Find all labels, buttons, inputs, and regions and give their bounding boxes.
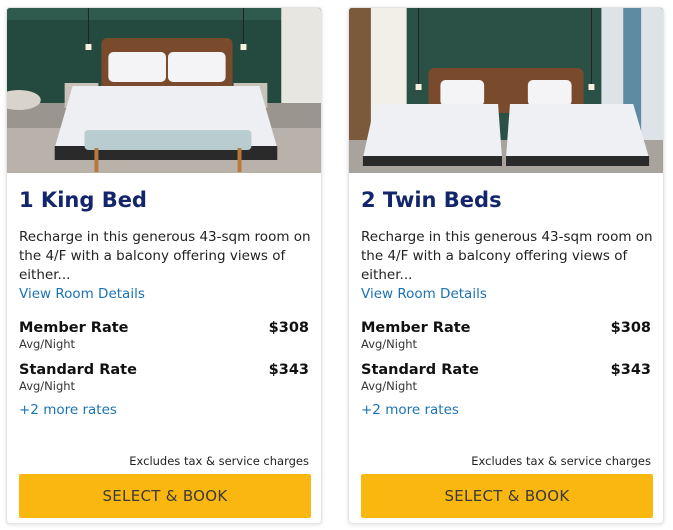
room-title: 2 Twin Beds bbox=[361, 188, 502, 212]
room-description: Recharge in this generous 43-sqm room on… bbox=[19, 229, 311, 283]
more-rates-link[interactable]: +2 more rates bbox=[361, 401, 651, 419]
member-rate: Member Rate $308 Avg/Night bbox=[19, 320, 309, 351]
select-and-book-button[interactable]: SELECT & BOOK bbox=[361, 474, 653, 518]
room-photo-king[interactable] bbox=[7, 8, 321, 173]
room-card-body: 2 Twin Beds Recharge in this generous 43… bbox=[349, 185, 663, 523]
rate-name: Member Rate bbox=[361, 320, 471, 336]
room-description: Recharge in this generous 43-sqm room on… bbox=[361, 229, 653, 283]
rate-unit: Avg/Night bbox=[19, 379, 76, 393]
room-card-king: 1 King Bed Recharge in this generous 43-… bbox=[6, 7, 322, 524]
tax-disclaimer: Excludes tax & service charges bbox=[129, 454, 309, 468]
rate-name: Standard Rate bbox=[19, 362, 137, 378]
rate-unit: Avg/Night bbox=[361, 379, 418, 393]
room-card-body: 1 King Bed Recharge in this generous 43-… bbox=[7, 185, 321, 523]
room-title: 1 King Bed bbox=[19, 188, 147, 212]
tax-disclaimer: Excludes tax & service charges bbox=[471, 454, 651, 468]
rate-name: Standard Rate bbox=[361, 362, 479, 378]
member-rate: Member Rate $308 Avg/Night bbox=[361, 320, 651, 351]
rate-name: Member Rate bbox=[19, 320, 129, 336]
twin-beds-photo bbox=[349, 8, 663, 173]
rate-unit: Avg/Night bbox=[19, 337, 76, 351]
more-rates-link[interactable]: +2 more rates bbox=[19, 401, 309, 419]
view-room-details-link[interactable]: View Room Details bbox=[19, 285, 309, 303]
rate-price: $308 bbox=[268, 320, 309, 336]
rate-price: $308 bbox=[610, 320, 651, 336]
standard-rate: Standard Rate $343 Avg/Night bbox=[361, 362, 651, 393]
king-bed-photo bbox=[7, 8, 321, 173]
room-card-twin: 2 Twin Beds Recharge in this generous 43… bbox=[348, 7, 664, 524]
standard-rate: Standard Rate $343 Avg/Night bbox=[19, 362, 309, 393]
rate-unit: Avg/Night bbox=[361, 337, 418, 351]
view-room-details-link[interactable]: View Room Details bbox=[361, 285, 651, 303]
rate-price: $343 bbox=[610, 362, 651, 378]
room-photo-twin[interactable] bbox=[349, 8, 663, 173]
rate-price: $343 bbox=[268, 362, 309, 378]
select-and-book-button[interactable]: SELECT & BOOK bbox=[19, 474, 311, 518]
